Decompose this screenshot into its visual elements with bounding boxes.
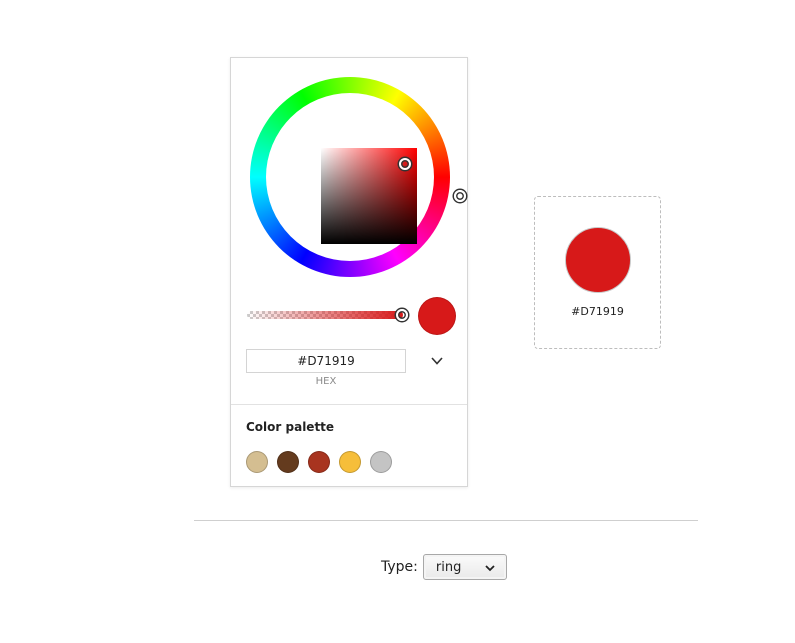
alpha-gradient (247, 311, 403, 319)
hex-input[interactable] (246, 349, 406, 373)
hex-label: HEX (315, 376, 337, 387)
alpha-slider[interactable] (247, 311, 403, 319)
palette-swatch-gold[interactable] (339, 451, 361, 473)
saturation-value-square[interactable] (321, 148, 417, 244)
type-control: Type: ring (381, 554, 507, 580)
alpha-handle[interactable] (396, 309, 408, 321)
chevron-down-icon[interactable] (429, 353, 445, 369)
selected-color-card: #D71919 (534, 196, 661, 349)
palette-title: Color palette (246, 420, 335, 434)
palette-swatch-rust[interactable] (308, 451, 330, 473)
selected-color-hex: #D71919 (571, 305, 624, 318)
panel-divider (231, 404, 467, 405)
chevron-down-icon (485, 565, 495, 572)
color-picker-panel: HEX Color palette (230, 57, 468, 487)
type-select[interactable]: ring (422, 554, 507, 580)
hue-ring[interactable] (250, 77, 466, 277)
type-label: Type: (381, 559, 418, 575)
section-divider (194, 520, 698, 521)
palette-swatch-tan[interactable] (246, 451, 268, 473)
current-color-preview (418, 297, 456, 335)
hue-handle[interactable] (454, 190, 466, 202)
selected-color-swatch (565, 227, 631, 293)
palette-swatch-gray[interactable] (370, 451, 392, 473)
type-select-value: ring (435, 560, 462, 575)
saturation-value-handle[interactable] (399, 158, 411, 170)
palette-row (246, 451, 392, 473)
palette-swatch-brown[interactable] (277, 451, 299, 473)
